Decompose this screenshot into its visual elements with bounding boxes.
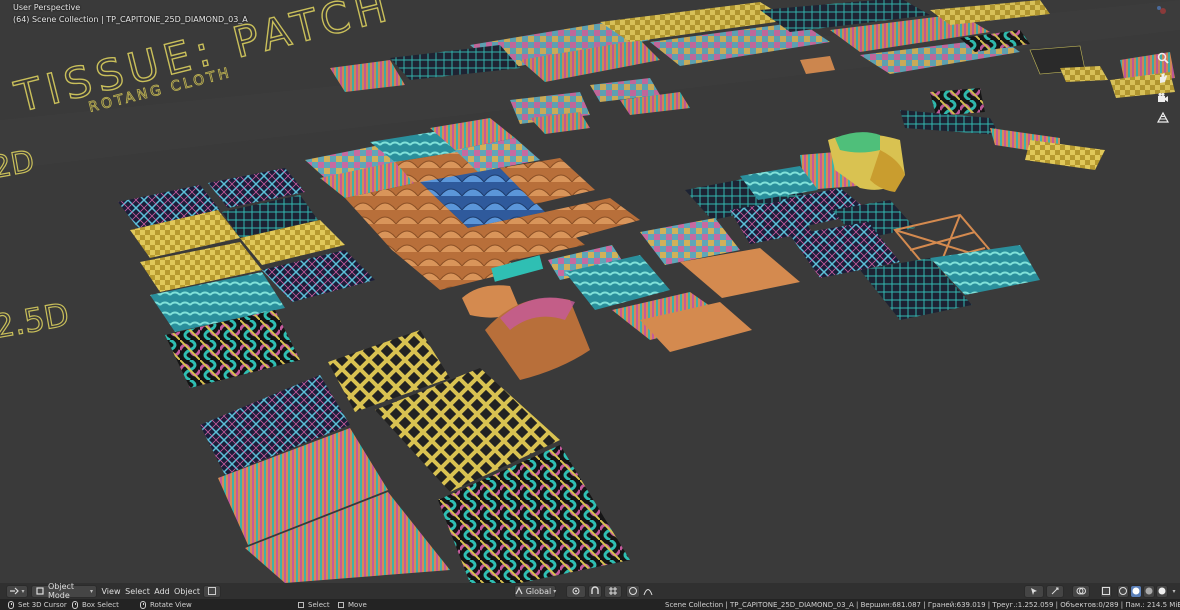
viewport-name-label: User Perspective	[13, 3, 81, 12]
menu-object[interactable]: Object	[174, 585, 200, 598]
menu-add[interactable]: Add	[153, 585, 171, 598]
status-hint-text: Set 3D Cursor	[18, 600, 67, 609]
status-bar: Set 3D Cursor Box Select Rotate View Sel…	[0, 599, 1180, 610]
shading-wire-icon	[1118, 586, 1128, 596]
menu-view[interactable]: View	[101, 585, 121, 598]
navigation-gizmo[interactable]	[1140, 0, 1180, 130]
object-mode-icon	[35, 586, 45, 596]
editor-type-icon	[9, 586, 20, 596]
key-icon	[298, 601, 304, 608]
nav-zoom-icon[interactable]	[1153, 48, 1173, 68]
status-hint-box-select: Box Select	[72, 599, 119, 610]
status-hint-text: Box Select	[82, 600, 119, 609]
shading-material-button[interactable]	[1143, 584, 1155, 598]
status-hint-rotate-view: Rotate View	[140, 599, 192, 610]
status-hint-set-cursor: Set 3D Cursor	[8, 599, 67, 610]
falloff-button[interactable]	[640, 585, 656, 598]
chevron-down-icon: ▾	[1172, 587, 1176, 595]
ortho-grid-icon[interactable]	[1153, 108, 1173, 128]
gizmo-toggle-button[interactable]	[1046, 584, 1064, 598]
snap-target-button[interactable]	[604, 584, 622, 598]
shading-render-icon	[1157, 586, 1167, 596]
nav-hand-icon[interactable]	[1153, 68, 1173, 88]
shading-solid-button[interactable]	[1130, 584, 1142, 598]
status-hint-move: Move	[338, 599, 367, 610]
viewport-header: ▾ Object Mode ▾ View Select Add Object Gl…	[0, 582, 1180, 600]
transform-pivot-icon	[571, 586, 581, 596]
scene-statistics: Scene Collection | TP_CAPITONE_25D_DIAMO…	[665, 600, 1180, 609]
status-hint-text: Move	[348, 600, 367, 609]
view-options-button[interactable]	[203, 584, 221, 598]
chevron-down-icon: ▾	[21, 587, 25, 595]
object-mode-label: Object Mode	[48, 582, 75, 600]
xray-toggle-button[interactable]	[1100, 584, 1112, 598]
object-mode-dropdown[interactable]: Object Mode ▾	[31, 582, 97, 600]
proportional-icon	[628, 586, 638, 596]
overlay-toggle-button[interactable]	[1072, 584, 1090, 598]
editor-type-button[interactable]: ▾	[6, 584, 28, 598]
orientation-icon	[514, 586, 524, 596]
scene-info-label: (64) Scene Collection | TP_CAPITONE_25D_…	[13, 15, 248, 24]
proportional-edit-button[interactable]	[626, 584, 640, 598]
shading-solid-icon	[1131, 586, 1141, 596]
shading-material-icon	[1144, 586, 1154, 596]
shading-render-button[interactable]	[1156, 584, 1168, 598]
snap-icon	[590, 586, 600, 596]
view-options-icon	[207, 586, 217, 596]
camera-icon[interactable]	[1153, 88, 1173, 108]
shading-wire-button[interactable]	[1117, 584, 1129, 598]
xray-icon	[1101, 586, 1111, 596]
axis-gizmo-icon[interactable]	[1153, 1, 1173, 21]
selectability-button[interactable]	[1024, 584, 1044, 598]
orientation-dropdown[interactable]: Global ▾	[514, 584, 557, 598]
shading-options-button[interactable]: ▾	[1168, 585, 1178, 598]
status-hint-text: Select	[308, 600, 330, 609]
mouse-right-icon	[140, 600, 146, 609]
chevron-down-icon: ▾	[89, 587, 93, 595]
gizmo-toggle-icon	[1050, 586, 1060, 596]
orientation-label: Global	[525, 586, 552, 596]
snap-button[interactable]	[588, 584, 602, 598]
snap-target-icon	[608, 586, 618, 596]
mouse-left-icon	[8, 600, 14, 609]
status-hint-text: Rotate View	[150, 600, 192, 609]
transform-pivot-button[interactable]	[566, 584, 586, 598]
overlay-icon	[1076, 586, 1086, 596]
blender-3d-viewport[interactable]: TISSUE: PATCH ROTANG CLOTH 2D 2.5D User …	[0, 0, 1180, 610]
falloff-curve-icon	[643, 586, 653, 596]
key-icon	[338, 601, 344, 608]
chevron-down-icon: ▾	[553, 587, 557, 595]
status-hint-select: Select	[298, 599, 330, 610]
mouse-middle-icon	[72, 600, 78, 609]
menu-select[interactable]: Select	[125, 585, 150, 598]
selectability-icon	[1029, 586, 1039, 596]
viewport-scene[interactable]: TISSUE: PATCH ROTANG CLOTH 2D 2.5D	[0, 0, 1180, 583]
